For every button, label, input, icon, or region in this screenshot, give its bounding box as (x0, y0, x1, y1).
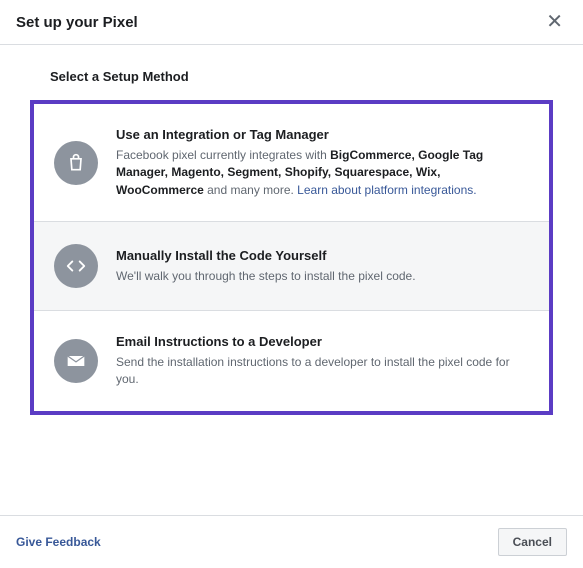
modal-footer: Give Feedback Cancel (0, 515, 583, 568)
option-email-developer[interactable]: Email Instructions to a Developer Send t… (34, 311, 549, 411)
close-icon[interactable]: ✕ (542, 12, 567, 32)
option-desc: Send the installation instructions to a … (116, 355, 510, 386)
option-text: Use an Integration or Tag Manager Facebo… (116, 126, 529, 199)
code-icon (54, 244, 98, 288)
modal-title: Set up your Pixel (16, 14, 138, 31)
cancel-button[interactable]: Cancel (498, 528, 567, 556)
option-title: Use an Integration or Tag Manager (116, 126, 529, 145)
modal-content: Select a Setup Method Use an Integration… (0, 45, 583, 415)
option-text: Manually Install the Code Yourself We'll… (116, 247, 416, 285)
option-title: Manually Install the Code Yourself (116, 247, 416, 266)
setup-options: Use an Integration or Tag Manager Facebo… (30, 100, 553, 415)
option-manual-install[interactable]: Manually Install the Code Yourself We'll… (34, 222, 549, 311)
shopping-bag-icon (54, 141, 98, 185)
learn-more-link[interactable]: Learn about platform integrations. (297, 183, 476, 197)
section-subtitle: Select a Setup Method (30, 61, 553, 100)
option-desc-prefix: Facebook pixel currently integrates with (116, 148, 330, 162)
option-desc-suffix: and many more. (204, 183, 297, 197)
give-feedback-link[interactable]: Give Feedback (16, 535, 101, 549)
option-integration[interactable]: Use an Integration or Tag Manager Facebo… (34, 104, 549, 222)
option-text: Email Instructions to a Developer Send t… (116, 333, 529, 389)
envelope-icon (54, 339, 98, 383)
option-title: Email Instructions to a Developer (116, 333, 529, 352)
modal-header: Set up your Pixel ✕ (0, 0, 583, 45)
option-desc: We'll walk you through the steps to inst… (116, 269, 416, 283)
